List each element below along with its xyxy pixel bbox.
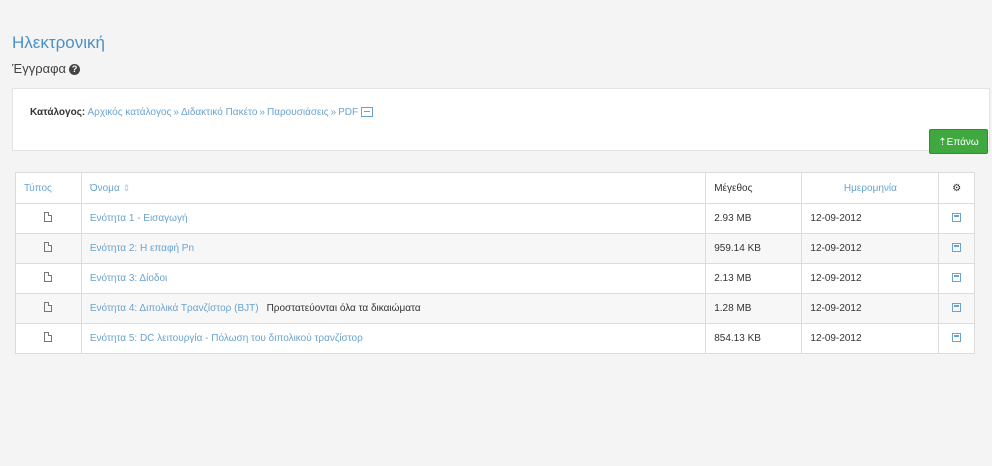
file-actions-cell: [938, 203, 975, 234]
table-row: Ενότητα 2: Η επαφή Pn 959.14 KB 12-09-20…: [15, 233, 975, 264]
column-header-size: Μέγεθος: [705, 172, 803, 204]
save-icon[interactable]: [952, 272, 962, 282]
file-type-cell: [15, 233, 82, 264]
file-size: 959.14 KB: [705, 233, 803, 264]
file-date: 12-09-2012: [801, 203, 940, 234]
file-link[interactable]: Ενότητα 5: DC λειτουργία - Πόλωση του δι…: [90, 333, 363, 344]
file-actions-cell: [938, 263, 975, 294]
column-header-type[interactable]: Τύπος: [15, 172, 82, 204]
breadcrumb: Κατάλογος: Αρχικός κατάλογος» Διδακτικό Π…: [30, 107, 374, 118]
file-type-cell: [15, 293, 82, 324]
file-description: Προστατεύονται όλα τα δικαιώματα: [266, 303, 421, 314]
table-header-row: Τύπος Όνομα ⇕ Μέγεθος Ημερομηνία ⚙: [15, 172, 975, 204]
section-title: Έγγραφα?: [12, 61, 81, 76]
breadcrumb-item-teaching-package[interactable]: Διδακτικό Πακέτο: [181, 107, 257, 118]
file-actions-cell: [938, 233, 975, 264]
breadcrumb-separator: »: [330, 107, 337, 118]
file-name-cell: Ενότητα 5: DC λειτουργία - Πόλωση του δι…: [80, 323, 707, 354]
file-type-cell: [15, 323, 82, 354]
file-link[interactable]: Ενότητα 2: Η επαφή Pn: [90, 243, 194, 254]
table-row: Ενότητα 4: Διπολικά Τρανζίστορ (BJT) Προσ…: [15, 293, 975, 324]
column-header-name[interactable]: Όνομα ⇕: [80, 172, 707, 204]
table-row: Ενότητα 1 - Εισαγωγή 2.93 MB 12-09-2012: [15, 203, 975, 234]
gear-icon: ⚙: [952, 182, 962, 194]
file-type-cell: [15, 263, 82, 294]
file-type-cell: [15, 203, 82, 234]
table-row: Ενότητα 5: DC λειτουργία - Πόλωση του δι…: [15, 323, 975, 354]
column-header-actions: ⚙: [938, 172, 975, 204]
file-actions-cell: [938, 323, 975, 354]
file-icon: [44, 272, 53, 282]
save-icon[interactable]: [952, 332, 962, 342]
page: Ηλεκτρονική Έγγραφα? Κατάλογος: Αρχικός …: [0, 0, 992, 466]
section-title-text: Έγγραφα: [12, 61, 67, 76]
file-date: 12-09-2012: [801, 263, 940, 294]
breadcrumb-item-root[interactable]: Αρχικός κατάλογος: [87, 107, 171, 118]
files-table: Τύπος Όνομα ⇕ Μέγεθος Ημερομηνία ⚙ Ενότητ…: [15, 172, 975, 354]
file-link[interactable]: Ενότητα 4: Διπολικά Τρανζίστορ (BJT): [90, 303, 259, 314]
file-name-cell: Ενότητα 2: Η επαφή Pn: [80, 233, 707, 264]
file-actions-cell: [938, 293, 975, 324]
save-icon[interactable]: [952, 212, 962, 222]
breadcrumb-separator: »: [173, 107, 179, 118]
directory-panel: Κατάλογος: Αρχικός κατάλογος» Διδακτικό Π…: [12, 88, 990, 154]
sort-icon: ⇕: [122, 182, 131, 193]
file-size: 2.93 MB: [705, 203, 803, 234]
file-link[interactable]: Ενότητα 1 - Εισαγωγή: [90, 213, 188, 224]
file-icon: [44, 212, 53, 222]
column-header-name-label: Όνομα: [89, 182, 120, 194]
save-icon[interactable]: [952, 242, 962, 252]
folder-save-icon[interactable]: [361, 107, 374, 118]
file-size: 2.13 MB: [705, 263, 803, 294]
breadcrumb-label: Κατάλογος:: [30, 107, 86, 118]
help-icon[interactable]: ?: [69, 64, 81, 76]
file-name-cell: Ενότητα 1 - Εισαγωγή: [80, 203, 707, 234]
file-icon: [44, 332, 53, 342]
file-icon: [44, 302, 53, 312]
file-date: 12-09-2012: [801, 323, 940, 354]
file-name-cell: Ενότητα 4: Διπολικά Τρανζίστορ (BJT) Προσ…: [80, 293, 707, 324]
file-name-cell: Ενότητα 3: Δίοδοι: [80, 263, 707, 294]
up-button[interactable]: ⇡Επάνω: [929, 129, 988, 154]
file-icon: [44, 242, 53, 252]
file-size: 1.28 MB: [705, 293, 803, 324]
file-date: 12-09-2012: [801, 233, 940, 264]
column-header-date[interactable]: Ημερομηνία: [801, 172, 940, 204]
file-date: 12-09-2012: [801, 293, 940, 324]
breadcrumb-item-presentations[interactable]: Παρουσιάσεις: [267, 107, 329, 118]
course-title[interactable]: Ηλεκτρονική: [12, 33, 105, 53]
breadcrumb-item-pdf[interactable]: PDF: [338, 107, 358, 118]
breadcrumb-separator: »: [259, 107, 265, 118]
table-row: Ενότητα 3: Δίοδοι 2.13 MB 12-09-2012: [15, 263, 975, 294]
file-size: 854.13 KB: [705, 323, 803, 354]
save-icon[interactable]: [952, 302, 962, 312]
file-link[interactable]: Ενότητα 3: Δίοδοι: [90, 273, 167, 284]
